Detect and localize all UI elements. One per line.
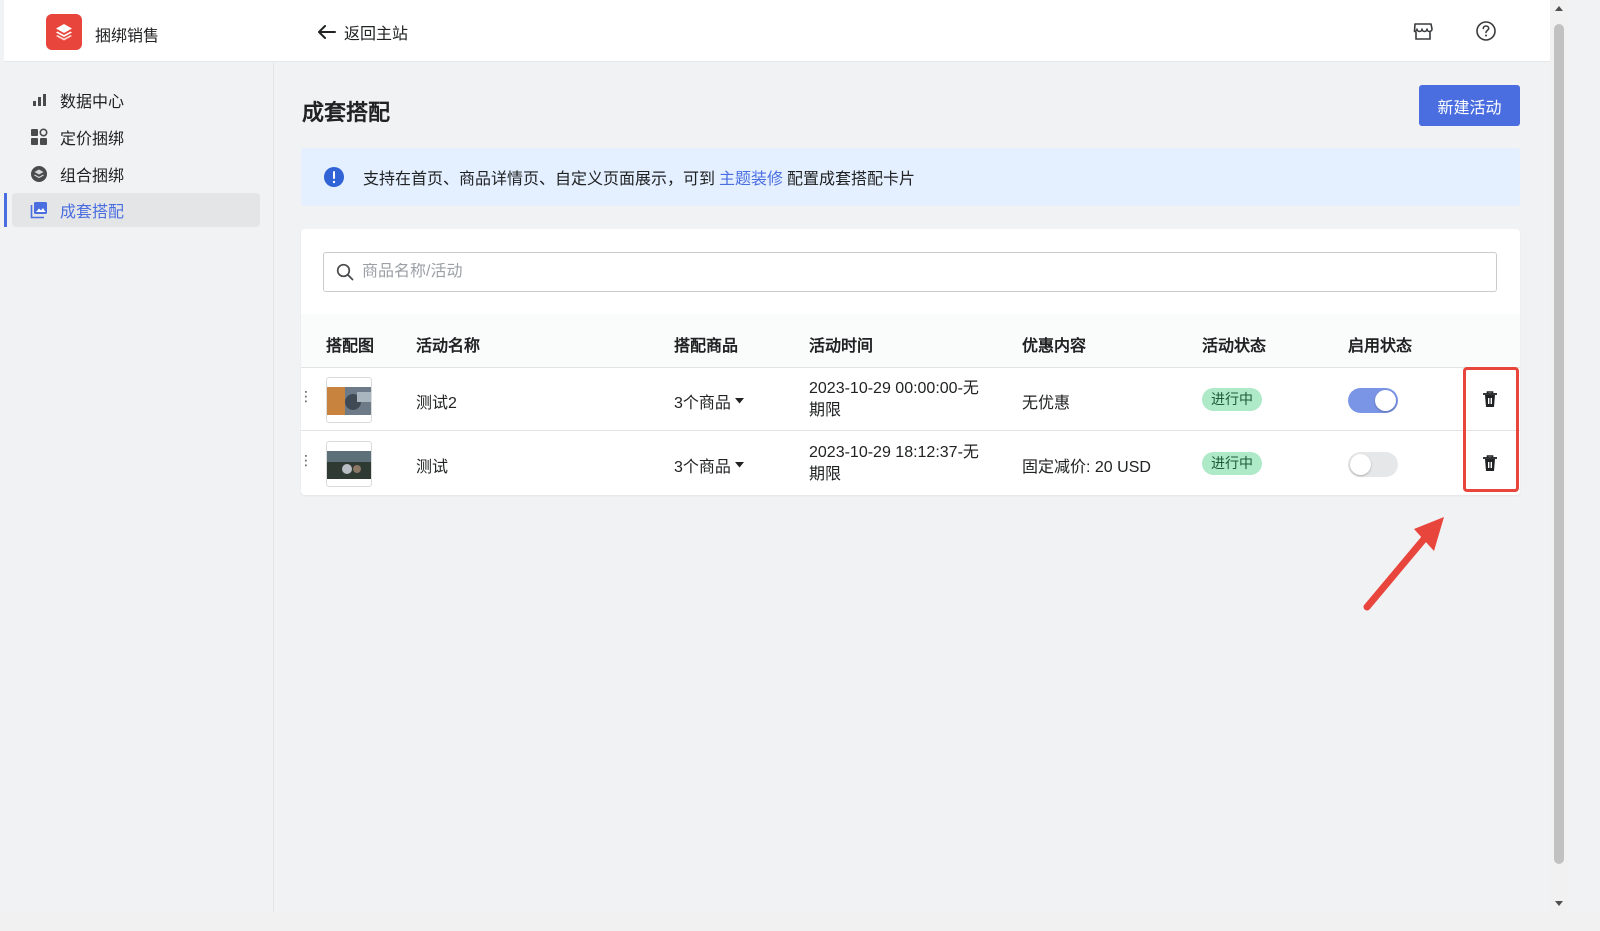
image-stack-icon [30, 202, 47, 219]
status-badge: 进行中 [1202, 452, 1262, 475]
bundle-thumbnail [326, 377, 372, 423]
sidebar-item-data-center[interactable]: 数据中心 [12, 83, 260, 117]
back-to-main-link[interactable]: 返回主站 [318, 20, 408, 44]
column-header-enabled: 启用状态 [1348, 338, 1413, 355]
products-dropdown[interactable]: 3个商品 [674, 453, 744, 477]
activity-time: 2023-10-29 18:12:37-无 期限 [809, 444, 979, 483]
activity-time: 2023-10-29 00:00:00-无 期限 [809, 380, 979, 419]
sidebar-item-label: 定价捆绑 [60, 131, 125, 148]
sidebar: 数据中心 定价捆绑 组合捆绑 成套搭配 [4, 63, 274, 912]
drag-handle-icon[interactable]: ⋮ [299, 389, 313, 403]
table-header: 搭配图 活动名称 搭配商品 活动时间 优惠内容 活动状态 启用状态 [301, 314, 1520, 368]
search-icon [336, 263, 354, 281]
banner-text: 支持在首页、商品详情页、自定义页面展示，可到 [363, 171, 716, 188]
search-input[interactable] [362, 263, 1462, 281]
new-activity-button[interactable]: 新建活动 [1419, 85, 1520, 126]
annotation-highlight-box [1463, 367, 1519, 492]
products-count: 3个商品 [674, 395, 731, 412]
arrow-left-icon [318, 25, 336, 39]
sidebar-item-set-matching[interactable]: 成套搭配 [4, 193, 260, 227]
scroll-down-icon[interactable] [1555, 901, 1563, 906]
bar-chart-icon [33, 94, 46, 106]
column-header-discount: 优惠内容 [1022, 338, 1087, 355]
app-name: 捆绑销售 [95, 28, 160, 45]
caret-down-icon [734, 462, 744, 468]
column-header-time: 活动时间 [809, 338, 874, 355]
sidebar-item-label: 组合捆绑 [60, 168, 125, 185]
store-icon[interactable] [1412, 20, 1434, 42]
status-badge: 进行中 [1202, 388, 1262, 411]
info-banner: 支持在首页、商品详情页、自定义页面展示，可到 主题装修 配置成套搭配卡片 [301, 148, 1520, 206]
sidebar-item-label: 数据中心 [60, 94, 125, 111]
column-header-image: 搭配图 [326, 338, 375, 355]
scroll-up-icon[interactable] [1555, 6, 1563, 11]
app-logo [46, 14, 82, 50]
sidebar-item-combo-bundle[interactable]: 组合捆绑 [12, 157, 260, 191]
search-box[interactable] [323, 252, 1497, 292]
layers-logo-icon [56, 24, 72, 41]
app-window: 捆绑销售 返回主站 数据中心 定价捆绑 组合捆绑 成套搭配 成套搭配 新建活动 … [4, 0, 1550, 912]
caret-down-icon [734, 398, 744, 404]
top-bar: 捆绑销售 返回主站 [4, 0, 1550, 62]
enable-toggle[interactable] [1348, 452, 1398, 477]
discount-content: 无优惠 [1022, 395, 1071, 412]
scrollbar-thumb[interactable] [1554, 24, 1564, 864]
banner-text-suffix: 配置成套搭配卡片 [787, 171, 916, 188]
page-title: 成套搭配 [302, 100, 391, 125]
activity-table-card: 搭配图 活动名称 搭配商品 活动时间 优惠内容 活动状态 启用状态 ⋮ 测试2 … [299, 229, 1520, 495]
sidebar-item-label: 成套搭配 [60, 204, 125, 221]
table-row: ⋮ 测试 3个商品 2023-10-29 18:12:37-无 期限 固定减价:… [299, 432, 1520, 495]
sidebar-item-pricing-bundle[interactable]: 定价捆绑 [12, 120, 260, 154]
column-header-status: 活动状态 [1202, 338, 1267, 355]
products-count: 3个商品 [674, 459, 731, 476]
column-header-products: 搭配商品 [674, 338, 739, 355]
discount-content: 固定减价: 20 USD [1022, 459, 1151, 476]
table-row: ⋮ 测试2 3个商品 2023-10-29 00:00:00-无 期限 无优惠 … [299, 368, 1520, 431]
enable-toggle[interactable] [1348, 388, 1398, 413]
theme-decoration-link[interactable]: 主题装修 [719, 165, 783, 189]
vertical-scrollbar[interactable] [1550, 0, 1568, 912]
drag-handle-icon[interactable]: ⋮ [299, 453, 313, 467]
activity-name: 测试2 [416, 395, 457, 412]
layers-icon [31, 166, 47, 182]
column-header-name: 活动名称 [416, 338, 481, 355]
info-icon [324, 167, 344, 187]
products-dropdown[interactable]: 3个商品 [674, 389, 744, 413]
help-icon[interactable] [1475, 20, 1497, 42]
annotation-arrow-icon [1363, 517, 1444, 611]
bottom-bar [0, 912, 1600, 931]
bundle-thumbnail [326, 441, 372, 487]
activity-name: 测试 [416, 459, 449, 476]
back-label: 返回主站 [344, 26, 409, 43]
grid-icon [31, 128, 48, 145]
